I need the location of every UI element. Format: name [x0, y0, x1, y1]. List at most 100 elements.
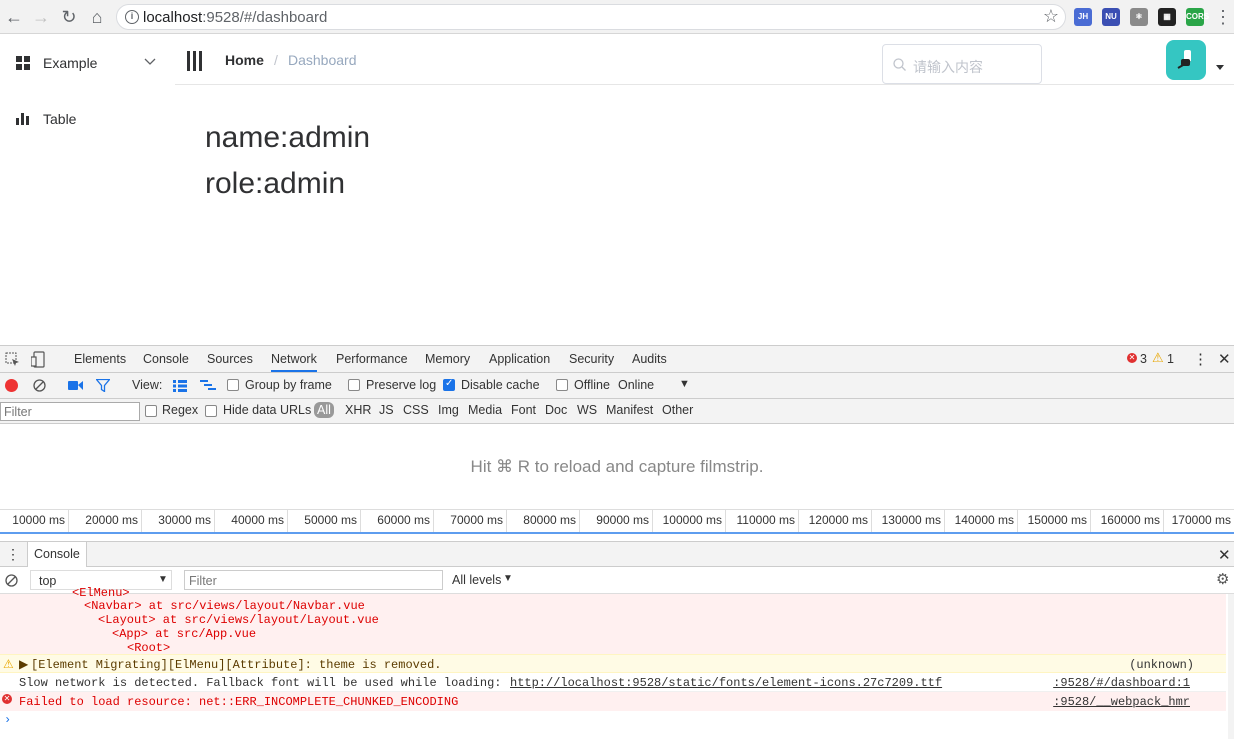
timeline-tick-label: 60000 ms: [361, 510, 434, 532]
record-icon[interactable]: [5, 379, 18, 392]
tab-audits[interactable]: Audits: [632, 352, 667, 366]
preserve-log-checkbox[interactable]: [348, 379, 360, 391]
filter-funnel-icon[interactable]: [96, 379, 110, 392]
warning-icon: ⚠: [3, 658, 14, 672]
console-filter-input[interactable]: Filter: [184, 570, 443, 590]
browser-menu-icon[interactable]: ⋮: [1212, 6, 1234, 28]
filter-placeholder: Filter: [4, 405, 32, 419]
clear-icon[interactable]: [33, 379, 46, 392]
filter-type-img[interactable]: Img: [438, 403, 459, 417]
navbar: Home / Dashboard 请输入内容: [175, 35, 1234, 85]
filter-type-manifest[interactable]: Manifest: [606, 403, 653, 417]
throttling-dropdown-icon[interactable]: ▼: [679, 378, 690, 390]
hamburger-icon[interactable]: [187, 51, 203, 71]
filter-type-js[interactable]: JS: [379, 403, 394, 417]
group-by-frame-checkbox[interactable]: [227, 379, 239, 391]
timeline-overview[interactable]: 10000 ms 20000 ms 30000 ms 40000 ms 50000 ms…: [0, 509, 1234, 533]
network-filter-input[interactable]: Filter: [0, 402, 140, 421]
hide-data-urls-checkbox[interactable]: [205, 405, 217, 417]
tab-memory[interactable]: Memory: [425, 352, 470, 366]
filter-type-css[interactable]: CSS: [403, 403, 429, 417]
tab-elements[interactable]: Elements: [74, 352, 126, 366]
timeline-tick-label: 110000 ms: [726, 510, 799, 532]
drawer-menu-icon[interactable]: ⋮: [6, 546, 20, 563]
log-levels-dropdown-icon[interactable]: ▼: [503, 573, 513, 584]
font-url-link[interactable]: http://localhost:9528/static/fonts/eleme…: [510, 676, 942, 690]
forward-arrow-icon[interactable]: →: [30, 6, 52, 28]
timeline-tick-label: 90000 ms: [580, 510, 653, 532]
offline-checkbox[interactable]: [556, 379, 568, 391]
avatar-image: [1177, 50, 1191, 69]
timeline-tick-label: 80000 ms: [507, 510, 580, 532]
user-name: name:admin: [205, 121, 371, 154]
console-settings-gear-icon[interactable]: ⚙: [1216, 570, 1229, 588]
tab-network[interactable]: Network: [271, 352, 317, 372]
tab-console[interactable]: Console: [143, 352, 189, 366]
filter-type-xhr[interactable]: XHR: [345, 403, 371, 417]
trace-line: <Layout> at src/views/layout/Layout.vue: [98, 613, 379, 627]
url-host: localhost: [143, 9, 203, 26]
timeline-tick-label: 140000 ms: [945, 510, 1018, 532]
timeline-tick-label: 10000 ms: [0, 510, 69, 532]
devtools-menu-icon[interactable]: ⋮: [1193, 350, 1208, 368]
error-source-link[interactable]: :9528/__webpack_hmr: [1053, 695, 1190, 709]
timeline-tick-label: 50000 ms: [288, 510, 361, 532]
timeline-tick-label: 40000 ms: [215, 510, 288, 532]
react-devtools-icon[interactable]: ⚛: [1130, 8, 1148, 26]
inspect-element-icon[interactable]: [5, 352, 20, 367]
warning-icon: ⚠: [1152, 350, 1164, 365]
reload-icon[interactable]: ↻: [58, 6, 80, 28]
filter-type-doc[interactable]: Doc: [545, 403, 567, 417]
clear-console-icon[interactable]: [5, 574, 18, 587]
sidebar-item-example[interactable]: Example: [0, 35, 175, 91]
sidebar-item-label: Table: [43, 111, 77, 127]
caret-down-icon[interactable]: [1216, 65, 1224, 70]
tab-performance[interactable]: Performance: [336, 352, 408, 366]
filter-type-ws[interactable]: WS: [577, 403, 597, 417]
info-source-link[interactable]: :9528/#/dashboard:1: [1053, 676, 1190, 690]
close-drawer-icon[interactable]: ✕: [1218, 546, 1231, 564]
regex-checkbox[interactable]: [145, 405, 157, 417]
warning-count[interactable]: 1: [1167, 352, 1174, 366]
info-text: Slow network is detected. Fallback font …: [19, 676, 502, 690]
warning-message-row[interactable]: ⚠ ▶ [Element Migrating][ElMenu][Attribut…: [0, 654, 1226, 673]
filmstrip-area: Hit ⌘ R to reload and capture filmstrip.: [0, 425, 1234, 509]
tab-sources[interactable]: Sources: [207, 352, 253, 366]
home-icon[interactable]: ⌂: [86, 6, 108, 28]
cors-extension-icon[interactable]: CORS: [1186, 8, 1209, 26]
throttling-select[interactable]: Online: [618, 378, 654, 392]
filter-type-other[interactable]: Other: [662, 403, 693, 417]
filter-type-font[interactable]: Font: [511, 403, 536, 417]
address-bar[interactable]: i localhost:9528/#/dashboard ☆: [116, 4, 1066, 30]
timeline-tick-label: 170000 ms: [1171, 513, 1231, 527]
info-message-row: Slow network is detected. Fallback font …: [0, 673, 1226, 692]
tab-application[interactable]: Application: [489, 352, 550, 366]
avatar[interactable]: [1166, 40, 1206, 80]
jh-extension-icon[interactable]: JH: [1074, 8, 1092, 26]
breadcrumb-home[interactable]: Home: [225, 52, 264, 68]
error-count[interactable]: 3: [1140, 352, 1147, 366]
filter-type-all[interactable]: All: [314, 402, 334, 418]
device-toolbar-icon[interactable]: [31, 351, 45, 368]
sidebar-item-table[interactable]: Table: [0, 91, 175, 147]
waterfall-overview-icon[interactable]: [200, 380, 216, 392]
console-scrollbar[interactable]: [1228, 594, 1234, 739]
screenshot-camera-icon[interactable]: [68, 380, 84, 391]
bookmark-star-icon[interactable]: ☆: [1043, 6, 1059, 27]
console-prompt[interactable]: ›: [0, 711, 1226, 731]
close-devtools-icon[interactable]: ✕: [1218, 350, 1231, 368]
log-levels-select[interactable]: All levels: [452, 573, 501, 587]
back-arrow-icon[interactable]: ←: [3, 6, 25, 28]
nuxt-extension-icon[interactable]: NU: [1102, 8, 1120, 26]
info-icon[interactable]: i: [125, 10, 139, 24]
trace-line: <App> at src/App.vue: [112, 627, 257, 641]
search-input[interactable]: 请输入内容: [882, 44, 1042, 84]
tab-security[interactable]: Security: [569, 352, 614, 366]
expand-triangle-icon[interactable]: ▶: [19, 657, 28, 672]
large-rows-icon[interactable]: [173, 380, 187, 392]
tab-console[interactable]: Console: [27, 542, 87, 567]
qr-code-icon[interactable]: ▦: [1158, 8, 1176, 26]
error-message-row: ✕ Failed to load resource: net::ERR_INCO…: [0, 692, 1226, 711]
filter-type-media[interactable]: Media: [468, 403, 502, 417]
disable-cache-checkbox[interactable]: [443, 378, 455, 391]
